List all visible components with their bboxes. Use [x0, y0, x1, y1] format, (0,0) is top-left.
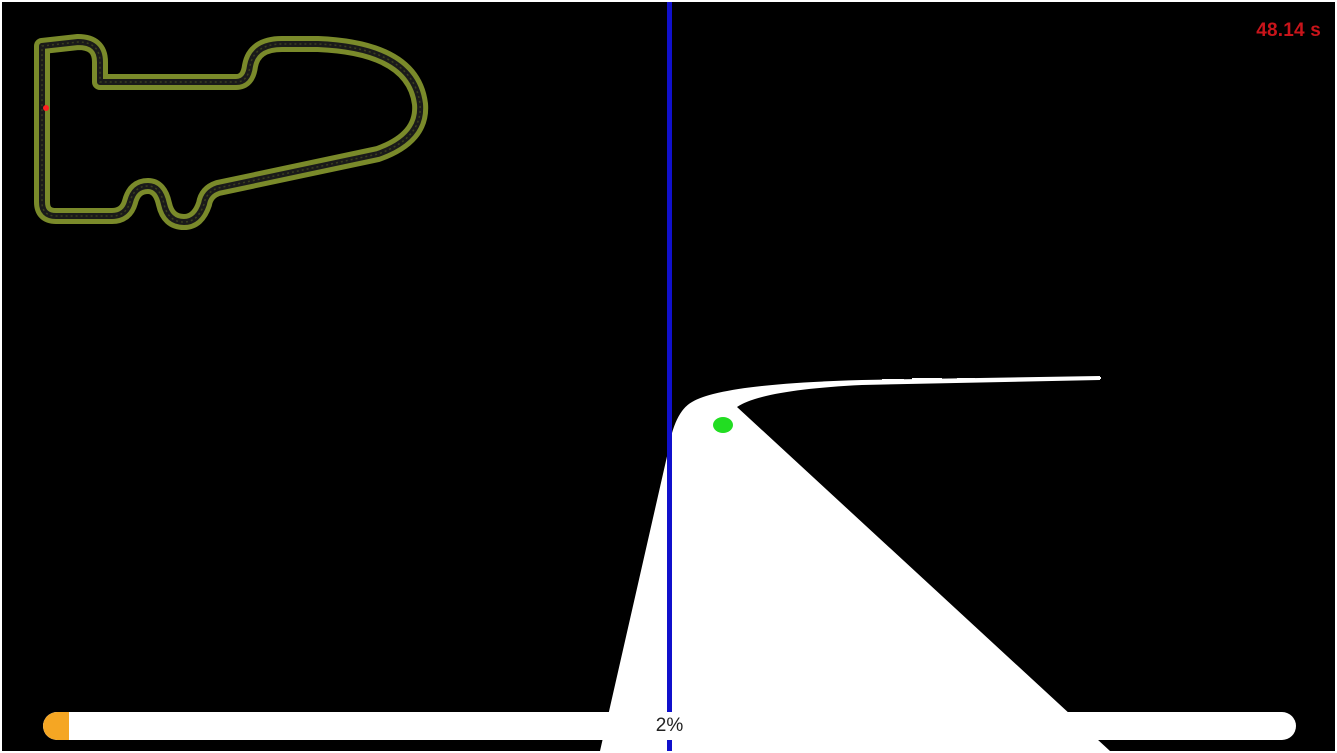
- track-minimap: [34, 34, 429, 230]
- center-guide-line: [667, 2, 672, 751]
- game-viewport: 48.14 s 2%: [0, 0, 1337, 753]
- road-surface: [600, 376, 1110, 751]
- target-dot: [713, 417, 733, 433]
- lap-timer: 48.14 s: [1256, 20, 1321, 41]
- lap-progress-label: 2%: [655, 715, 684, 736]
- minimap-track-inner: [39, 39, 424, 225]
- car-position-marker: [43, 105, 49, 111]
- lap-progress-bar: 2%: [43, 712, 1296, 740]
